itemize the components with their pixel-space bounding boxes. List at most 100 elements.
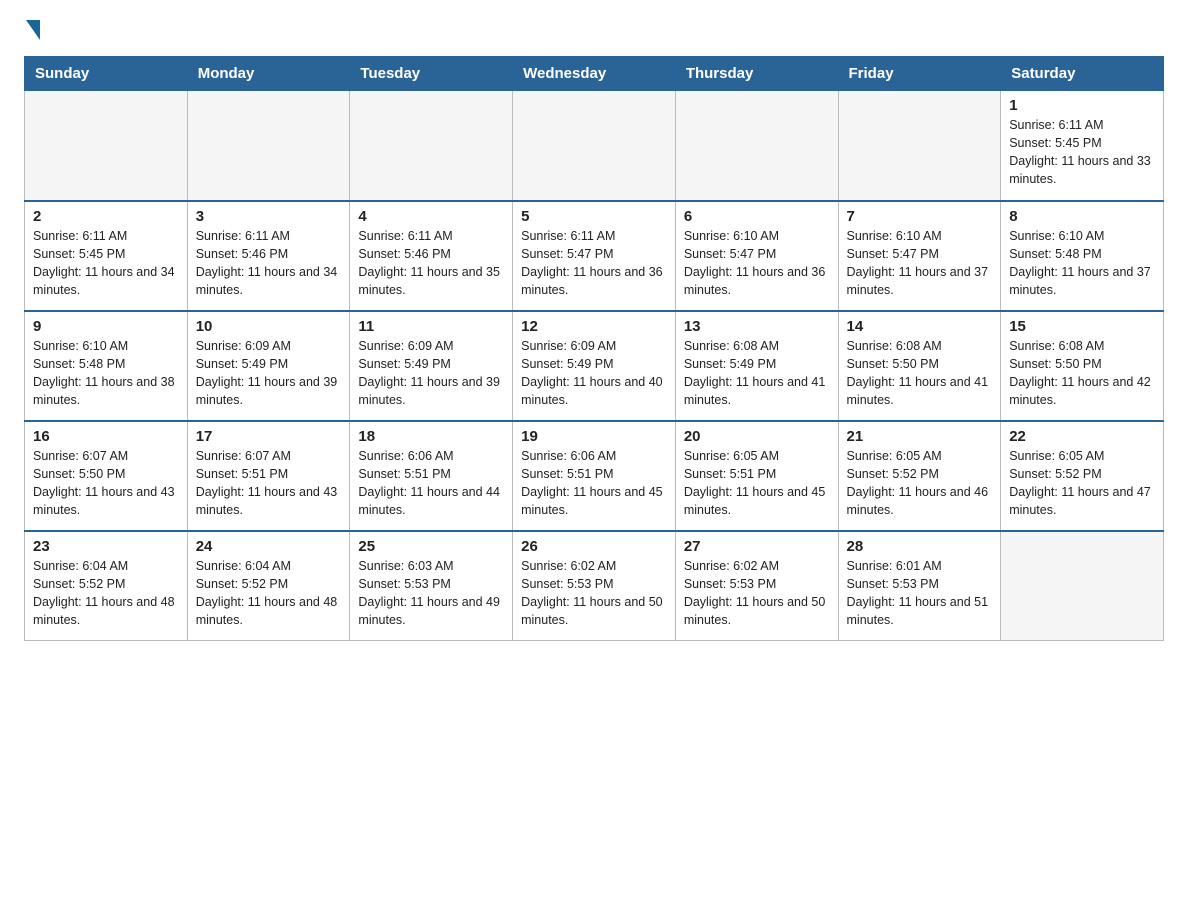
calendar-day-cell: 26 Sunrise: 6:02 AMSunset: 5:53 PMDayligh… [513, 531, 676, 641]
calendar-day-cell: 1 Sunrise: 6:11 AMSunset: 5:45 PMDaylight… [1001, 91, 1164, 201]
day-info: Sunrise: 6:04 AMSunset: 5:52 PMDaylight:… [196, 557, 342, 630]
day-number: 11 [358, 318, 504, 335]
day-number: 14 [847, 318, 993, 335]
calendar-day-cell: 27 Sunrise: 6:02 AMSunset: 5:53 PMDayligh… [675, 531, 838, 641]
calendar-day-cell: 21 Sunrise: 6:05 AMSunset: 5:52 PMDayligh… [838, 421, 1001, 531]
day-number: 22 [1009, 428, 1155, 445]
calendar-day-cell: 19 Sunrise: 6:06 AMSunset: 5:51 PMDayligh… [513, 421, 676, 531]
day-info: Sunrise: 6:11 AMSunset: 5:45 PMDaylight:… [1009, 116, 1155, 189]
day-info: Sunrise: 6:11 AMSunset: 5:45 PMDaylight:… [33, 227, 179, 300]
day-number: 19 [521, 428, 667, 445]
calendar-day-cell: 10 Sunrise: 6:09 AMSunset: 5:49 PMDayligh… [187, 311, 350, 421]
day-number: 28 [847, 538, 993, 555]
page-header [24, 24, 1164, 40]
calendar-header-row: SundayMondayTuesdayWednesdayThursdayFrid… [25, 57, 1164, 91]
day-number: 10 [196, 318, 342, 335]
calendar-day-header: Wednesday [513, 57, 676, 91]
calendar-day-cell [675, 91, 838, 201]
day-number: 12 [521, 318, 667, 335]
calendar-day-cell [350, 91, 513, 201]
calendar-day-header: Sunday [25, 57, 188, 91]
calendar-week-row: 2 Sunrise: 6:11 AMSunset: 5:45 PMDaylight… [25, 201, 1164, 311]
calendar-week-row: 16 Sunrise: 6:07 AMSunset: 5:50 PMDayligh… [25, 421, 1164, 531]
calendar-day-header: Thursday [675, 57, 838, 91]
day-number: 21 [847, 428, 993, 445]
calendar-day-cell: 8Sunrise: 6:10 AMSunset: 5:48 PMDaylight… [1001, 201, 1164, 311]
calendar-day-cell: 16 Sunrise: 6:07 AMSunset: 5:50 PMDayligh… [25, 421, 188, 531]
day-info: Sunrise: 6:09 AMSunset: 5:49 PMDaylight:… [196, 337, 342, 410]
day-info: Sunrise: 6:07 AMSunset: 5:51 PMDaylight:… [196, 447, 342, 520]
day-number: 23 [33, 538, 179, 555]
calendar-day-cell: 6 Sunrise: 6:10 AMSunset: 5:47 PMDaylight… [675, 201, 838, 311]
day-info: Sunrise: 6:06 AMSunset: 5:51 PMDaylight:… [521, 447, 667, 520]
calendar-day-cell [838, 91, 1001, 201]
calendar-day-cell: 3 Sunrise: 6:11 AMSunset: 5:46 PMDaylight… [187, 201, 350, 311]
calendar-day-cell: 7Sunrise: 6:10 AMSunset: 5:47 PMDaylight… [838, 201, 1001, 311]
calendar-day-cell: 13 Sunrise: 6:08 AMSunset: 5:49 PMDayligh… [675, 311, 838, 421]
day-info: Sunrise: 6:05 AMSunset: 5:52 PMDaylight:… [1009, 447, 1155, 520]
day-info: Sunrise: 6:05 AMSunset: 5:51 PMDaylight:… [684, 447, 830, 520]
day-info: Sunrise: 6:08 AMSunset: 5:50 PMDaylight:… [1009, 337, 1155, 410]
day-number: 4 [358, 208, 504, 225]
calendar-day-cell: 12 Sunrise: 6:09 AMSunset: 5:49 PMDayligh… [513, 311, 676, 421]
day-number: 13 [684, 318, 830, 335]
day-number: 1 [1009, 97, 1155, 114]
calendar-day-cell: 17 Sunrise: 6:07 AMSunset: 5:51 PMDayligh… [187, 421, 350, 531]
day-number: 26 [521, 538, 667, 555]
day-number: 20 [684, 428, 830, 445]
calendar-day-header: Tuesday [350, 57, 513, 91]
day-number: 3 [196, 208, 342, 225]
calendar-day-cell: 20 Sunrise: 6:05 AMSunset: 5:51 PMDayligh… [675, 421, 838, 531]
calendar-day-cell: 14Sunrise: 6:08 AMSunset: 5:50 PMDayligh… [838, 311, 1001, 421]
calendar-day-cell [187, 91, 350, 201]
day-number: 6 [684, 208, 830, 225]
calendar-day-cell: 9Sunrise: 6:10 AMSunset: 5:48 PMDaylight… [25, 311, 188, 421]
day-info: Sunrise: 6:09 AMSunset: 5:49 PMDaylight:… [358, 337, 504, 410]
day-info: Sunrise: 6:07 AMSunset: 5:50 PMDaylight:… [33, 447, 179, 520]
day-number: 2 [33, 208, 179, 225]
calendar-day-cell: 4 Sunrise: 6:11 AMSunset: 5:46 PMDaylight… [350, 201, 513, 311]
logo-triangle-icon [26, 20, 40, 40]
calendar-day-cell [25, 91, 188, 201]
day-number: 7 [847, 208, 993, 225]
calendar-day-header: Saturday [1001, 57, 1164, 91]
calendar-day-cell [1001, 531, 1164, 641]
logo [24, 24, 40, 40]
day-info: Sunrise: 6:02 AMSunset: 5:53 PMDaylight:… [521, 557, 667, 630]
calendar-day-cell: 5 Sunrise: 6:11 AMSunset: 5:47 PMDaylight… [513, 201, 676, 311]
day-info: Sunrise: 6:06 AMSunset: 5:51 PMDaylight:… [358, 447, 504, 520]
calendar-table: SundayMondayTuesdayWednesdayThursdayFrid… [24, 56, 1164, 641]
day-info: Sunrise: 6:03 AMSunset: 5:53 PMDaylight:… [358, 557, 504, 630]
day-info: Sunrise: 6:08 AMSunset: 5:49 PMDaylight:… [684, 337, 830, 410]
day-number: 27 [684, 538, 830, 555]
calendar-day-cell: 22 Sunrise: 6:05 AMSunset: 5:52 PMDayligh… [1001, 421, 1164, 531]
day-info: Sunrise: 6:11 AMSunset: 5:47 PMDaylight:… [521, 227, 667, 300]
calendar-day-cell: 11 Sunrise: 6:09 AMSunset: 5:49 PMDayligh… [350, 311, 513, 421]
day-info: Sunrise: 6:02 AMSunset: 5:53 PMDaylight:… [684, 557, 830, 630]
day-number: 5 [521, 208, 667, 225]
day-info: Sunrise: 6:01 AMSunset: 5:53 PMDaylight:… [847, 557, 993, 630]
day-number: 17 [196, 428, 342, 445]
calendar-day-cell: 2 Sunrise: 6:11 AMSunset: 5:45 PMDaylight… [25, 201, 188, 311]
day-number: 9 [33, 318, 179, 335]
calendar-day-cell: 25 Sunrise: 6:03 AMSunset: 5:53 PMDayligh… [350, 531, 513, 641]
calendar-day-cell: 18 Sunrise: 6:06 AMSunset: 5:51 PMDayligh… [350, 421, 513, 531]
day-info: Sunrise: 6:11 AMSunset: 5:46 PMDaylight:… [358, 227, 504, 300]
day-info: Sunrise: 6:11 AMSunset: 5:46 PMDaylight:… [196, 227, 342, 300]
day-number: 25 [358, 538, 504, 555]
calendar-week-row: 23 Sunrise: 6:04 AMSunset: 5:52 PMDayligh… [25, 531, 1164, 641]
calendar-day-cell: 23 Sunrise: 6:04 AMSunset: 5:52 PMDayligh… [25, 531, 188, 641]
day-number: 16 [33, 428, 179, 445]
day-info: Sunrise: 6:10 AMSunset: 5:48 PMDaylight:… [1009, 227, 1155, 300]
day-info: Sunrise: 6:09 AMSunset: 5:49 PMDaylight:… [521, 337, 667, 410]
calendar-day-cell: 15Sunrise: 6:08 AMSunset: 5:50 PMDayligh… [1001, 311, 1164, 421]
calendar-day-cell: 24 Sunrise: 6:04 AMSunset: 5:52 PMDayligh… [187, 531, 350, 641]
day-info: Sunrise: 6:10 AMSunset: 5:47 PMDaylight:… [684, 227, 830, 300]
calendar-day-header: Friday [838, 57, 1001, 91]
calendar-day-header: Monday [187, 57, 350, 91]
day-info: Sunrise: 6:04 AMSunset: 5:52 PMDaylight:… [33, 557, 179, 630]
day-number: 18 [358, 428, 504, 445]
day-info: Sunrise: 6:05 AMSunset: 5:52 PMDaylight:… [847, 447, 993, 520]
day-number: 24 [196, 538, 342, 555]
calendar-day-cell: 28 Sunrise: 6:01 AMSunset: 5:53 PMDayligh… [838, 531, 1001, 641]
